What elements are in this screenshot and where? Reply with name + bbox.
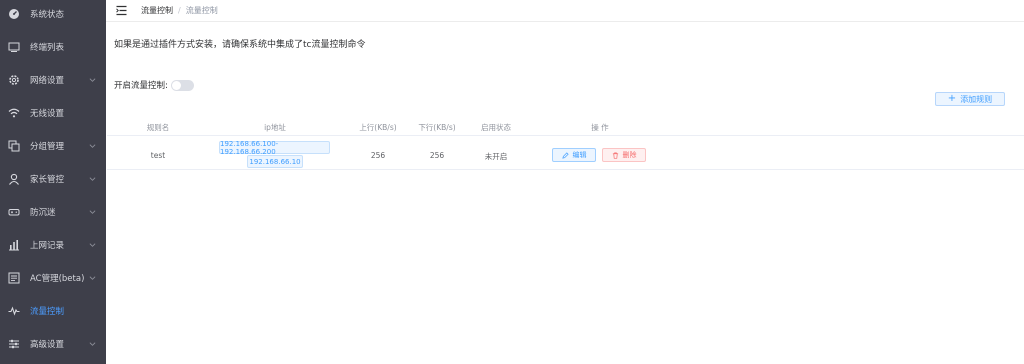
sidebar-item-advanced-settings[interactable]: 高级设置 xyxy=(0,327,106,360)
sidebar-item-label: 系统状态 xyxy=(30,9,65,20)
breadcrumb: 流量控制 / 流量控制 xyxy=(141,5,218,16)
sidebar-item-parental-control[interactable]: 家长管控 xyxy=(0,162,106,195)
sidebar-item-anti-addiction[interactable]: 防沉迷 xyxy=(0,195,106,228)
sidebar-item-traffic-control[interactable]: 流量控制 xyxy=(0,294,106,327)
download-cell: 256 xyxy=(429,151,445,160)
menu-toggle-icon[interactable] xyxy=(116,5,127,16)
add-rule-button[interactable]: + 添加规则 xyxy=(935,92,1005,106)
edit-icon xyxy=(561,151,569,159)
ip-range-tag: 192.168.66.100-192.168.66.200 xyxy=(219,140,330,156)
copy-icon xyxy=(6,138,22,154)
sidebar-item-wireless-settings[interactable]: 无线设置 xyxy=(0,96,106,129)
gamepad-icon xyxy=(6,204,22,220)
column-header-actions: 操 作 xyxy=(591,123,609,132)
sliders-icon xyxy=(6,336,22,352)
sidebar-item-label: 流量控制 xyxy=(30,306,65,317)
sidebar-item-label: 无线设置 xyxy=(30,108,65,119)
rule-name-cell: test xyxy=(150,151,166,160)
chevron-down-icon xyxy=(89,274,96,281)
dashboard-icon xyxy=(6,6,22,22)
delete-button[interactable]: 删除 xyxy=(602,148,646,162)
chevron-down-icon xyxy=(89,340,96,347)
ip-address-tag: 192.168.66.10 xyxy=(247,155,303,168)
column-header-upload: 上行(KB/s) xyxy=(359,123,397,132)
add-rule-label: 添加规则 xyxy=(960,94,993,104)
breadcrumb-item-parent[interactable]: 流量控制 xyxy=(141,5,173,16)
sidebar-item-label: 家长管控 xyxy=(30,174,65,185)
sidebar-item-label: 防沉迷 xyxy=(30,207,56,218)
column-header-ip: ip地址 xyxy=(264,123,286,132)
sidebar-item-label: 网络设置 xyxy=(30,75,65,86)
gear-icon xyxy=(6,72,22,88)
monitor-icon xyxy=(6,39,22,55)
breadcrumb-item-current: 流量控制 xyxy=(185,6,218,15)
sidebar-item-ac-management[interactable]: AC管理(beta) xyxy=(0,261,106,294)
edit-button[interactable]: 编辑 xyxy=(552,148,596,162)
chevron-down-icon xyxy=(89,241,96,248)
pulse-icon xyxy=(6,303,22,319)
toggle-label: 开启流量控制: xyxy=(114,81,168,91)
sidebar-item-label: 终端列表 xyxy=(30,42,65,53)
bar-chart-icon xyxy=(6,237,22,253)
user-icon xyxy=(6,171,22,187)
sidebar-item-label: AC管理(beta) xyxy=(30,273,85,284)
sidebar-item-label: 高级设置 xyxy=(30,339,65,350)
tc-notice-text: 如果是通过插件方式安装，请确保系统中集成了tc流量控制命令 xyxy=(114,40,366,50)
sidebar-item-system-status[interactable]: 系统状态 xyxy=(0,0,106,30)
top-header: 流量控制 / 流量控制 xyxy=(106,0,1024,22)
sidebar: 系统状态 终端列表 网络设置 无线设置 分组管理 家长管控 防沉迷 上网记录 A… xyxy=(0,0,106,364)
sidebar-item-terminal-list[interactable]: 终端列表 xyxy=(0,30,106,63)
traffic-control-toggle-row: 开启流量控制: xyxy=(114,79,194,91)
chevron-down-icon xyxy=(89,175,96,182)
traffic-control-switch[interactable] xyxy=(170,79,194,91)
trash-icon xyxy=(612,152,618,159)
table-divider xyxy=(107,169,1024,170)
column-header-rule-name: 规则名 xyxy=(146,123,170,132)
chevron-down-icon xyxy=(89,208,96,215)
upload-cell: 256 xyxy=(370,151,386,160)
delete-label: 删除 xyxy=(622,151,637,159)
edit-label: 编辑 xyxy=(572,151,587,159)
sidebar-item-label: 分组管理 xyxy=(30,141,65,152)
chevron-down-icon xyxy=(89,142,96,149)
plus-icon: + xyxy=(947,93,957,104)
sidebar-item-label: 上网记录 xyxy=(30,240,65,251)
column-header-download: 下行(KB/s) xyxy=(418,123,456,132)
breadcrumb-separator: / xyxy=(178,6,181,15)
list-icon xyxy=(6,270,22,286)
sidebar-item-network-settings[interactable]: 网络设置 xyxy=(0,63,106,96)
status-cell: 未开启 xyxy=(484,152,508,161)
sidebar-item-browsing-history[interactable]: 上网记录 xyxy=(0,228,106,261)
chevron-down-icon xyxy=(89,76,96,83)
table-divider xyxy=(107,135,1024,136)
column-header-status: 启用状态 xyxy=(481,123,511,132)
sidebar-item-group-management[interactable]: 分组管理 xyxy=(0,129,106,162)
wifi-icon xyxy=(6,105,22,121)
